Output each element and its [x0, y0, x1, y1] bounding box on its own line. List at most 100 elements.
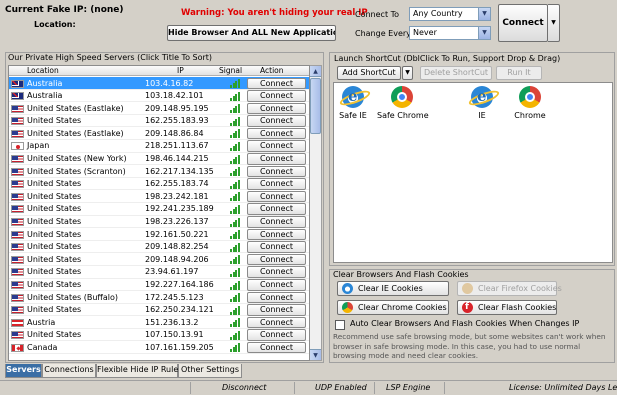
connect-server-button[interactable]: Connect	[247, 190, 306, 203]
signal-bar	[237, 167, 240, 177]
scrollbar-thumb[interactable]	[310, 78, 321, 134]
signal-bar	[237, 129, 240, 139]
tab-servers[interactable]: Servers	[5, 364, 42, 378]
run-it-button[interactable]: Run It	[496, 66, 542, 80]
scroll-up-arrow-icon[interactable]: ▲	[310, 66, 321, 77]
column-header-ip[interactable]: IP	[177, 66, 184, 75]
server-list-scrollbar[interactable]: ▲ ▼	[310, 65, 322, 361]
connect-server-button[interactable]: Connect	[247, 90, 306, 102]
server-row[interactable]: United States 192.227.164.186 Connect	[9, 279, 309, 292]
server-row[interactable]: United States (Buffalo) 172.245.5.123 Conn…	[9, 291, 309, 304]
server-row[interactable]: United States 162.250.234.121 Connect	[9, 304, 309, 317]
connect-server-button[interactable]: Connect	[247, 279, 306, 291]
ie-icon	[342, 283, 353, 294]
chrome-icon	[391, 86, 413, 108]
clear-flash-cookies-button[interactable]: Clear Flash Cookies	[457, 300, 557, 315]
server-row[interactable]: Australia 103.4.16.82 Connect	[9, 77, 309, 90]
connect-server-button[interactable]: Connect	[247, 127, 306, 140]
status-lsp: LSP Engine	[386, 383, 431, 392]
connect-server-button[interactable]: Connect	[247, 140, 306, 152]
connect-server-button[interactable]: Connect	[247, 178, 306, 190]
clear-ie-cookies-button[interactable]: Clear IE Cookies	[337, 281, 449, 296]
signal-bar	[237, 343, 240, 353]
connect-server-button[interactable]: Connect	[247, 115, 306, 127]
flag-icon	[11, 243, 24, 252]
server-row[interactable]: United States (Eastlake) 209.148.86.84 Con…	[9, 127, 309, 140]
connect-server-button[interactable]: Connect	[247, 341, 306, 354]
add-shortcut-dropdown-button[interactable]: ▼	[402, 66, 413, 80]
flag-icon	[11, 343, 24, 352]
connect-server-button[interactable]: Connect	[247, 228, 306, 241]
flag-icon	[11, 205, 24, 214]
chevron-down-icon[interactable]: ▼	[478, 8, 490, 20]
chevron-down-icon[interactable]: ▼	[478, 27, 490, 39]
signal-bar	[237, 141, 240, 151]
safe-browsing-note: Recommend use safe browsing mode, but so…	[333, 332, 606, 360]
server-row[interactable]: Japan 218.251.113.67 Connect	[9, 140, 309, 153]
auto-clear-checkbox[interactable]	[335, 320, 345, 330]
server-row[interactable]: United States (New York) 198.46.144.215 Co…	[9, 153, 309, 166]
flash-icon	[462, 301, 473, 314]
clear-firefox-cookies-label: Clear Firefox Cookies	[478, 284, 562, 293]
server-location: United States (Scranton)	[27, 166, 126, 176]
connect-server-button[interactable]: Connect	[247, 153, 306, 165]
connect-server-button[interactable]: Connect	[247, 291, 306, 304]
column-header-location[interactable]: Location	[27, 66, 59, 75]
column-header-signal[interactable]: Signal	[219, 66, 242, 75]
connect-server-button[interactable]: Connect	[247, 304, 306, 316]
shortcut-safe-chrome[interactable]: Safe Chrome	[377, 86, 429, 120]
hide-browser-button[interactable]: Hide Browser And ALL New Application IP	[167, 25, 336, 41]
connect-to-dropdown[interactable]: Any Country ▼	[409, 7, 491, 21]
add-shortcut-button[interactable]: Add ShortCut	[337, 66, 401, 80]
connect-button[interactable]: Connect	[498, 4, 548, 42]
server-row[interactable]: United States 107.150.13.91 Connect	[9, 329, 309, 342]
connect-server-button[interactable]: Connect	[247, 165, 306, 178]
shortcut-safe-ie[interactable]: Safe IE	[328, 86, 378, 120]
tab-flexible-hide-ip-rules[interactable]: Flexible Hide IP Rules	[96, 364, 182, 378]
server-panel-title[interactable]: Our Private High Speed Servers (Click Ti…	[8, 53, 212, 62]
scroll-down-arrow-icon[interactable]: ▼	[310, 349, 321, 360]
server-row[interactable]: United States 209.148.94.206 Connect	[9, 253, 309, 266]
connect-server-button[interactable]: Connect	[247, 253, 306, 266]
connect-server-button[interactable]: Connect	[247, 266, 306, 278]
server-row[interactable]: United States 162.255.183.93 Connect	[9, 115, 309, 128]
delete-shortcut-button[interactable]: Delete ShortCut	[420, 66, 492, 80]
flag-icon	[11, 79, 24, 88]
server-row[interactable]: Australia 103.18.42.101 Connect	[9, 90, 309, 103]
connect-server-button[interactable]: Connect	[247, 77, 306, 89]
shortcut-ie[interactable]: IE	[457, 86, 507, 120]
server-ip: 209.148.95.195	[145, 103, 209, 113]
server-row[interactable]: United States 23.94.61.197 Connect	[9, 266, 309, 279]
server-row[interactable]: United States (Eastlake) 209.148.95.195 Co…	[9, 102, 309, 115]
connect-server-button[interactable]: Connect	[247, 216, 306, 228]
clear-firefox-cookies-button[interactable]: Clear Firefox Cookies	[457, 281, 562, 296]
column-header-action[interactable]: Action	[260, 66, 284, 75]
shortcut-label: Safe Chrome	[377, 111, 429, 120]
signal-bar	[237, 230, 240, 240]
server-row[interactable]: United States 198.23.226.137 Connect	[9, 216, 309, 229]
server-row[interactable]: United States 192.161.50.221 Connect	[9, 228, 309, 241]
connect-server-button[interactable]: Connect	[247, 241, 306, 253]
server-row[interactable]: United States 192.241.235.189 Connect	[9, 203, 309, 216]
connect-server-button[interactable]: Connect	[247, 102, 306, 115]
connect-server-button[interactable]: Connect	[247, 203, 306, 215]
server-row[interactable]: United States 198.23.242.181 Connect	[9, 190, 309, 203]
tab-connections[interactable]: Connections	[42, 364, 96, 378]
server-location: United States	[27, 229, 82, 239]
tab-other-settings[interactable]: Other Settings	[178, 364, 242, 378]
auto-clear-label[interactable]: Auto Clear Browsers And Flash Cookies Wh…	[350, 319, 579, 328]
change-every-dropdown[interactable]: Never ▼	[409, 26, 491, 40]
signal-icon	[230, 267, 240, 277]
server-row[interactable]: United States 162.255.183.74 Connect	[9, 178, 309, 191]
server-row[interactable]: United States 209.148.82.254 Connect	[9, 241, 309, 254]
signal-icon	[230, 280, 240, 290]
server-row[interactable]: Canada 107.161.159.205 Connect	[9, 341, 309, 355]
flag-icon	[11, 142, 24, 151]
server-row[interactable]: United States (Scranton) 162.217.134.135 C…	[9, 165, 309, 178]
clear-chrome-cookies-button[interactable]: Clear Chrome Cookies	[337, 300, 449, 315]
connect-server-button[interactable]: Connect	[247, 316, 306, 329]
connect-dropdown-button[interactable]: ▼	[548, 4, 560, 42]
server-row[interactable]: Austria 151.236.13.2 Connect	[9, 316, 309, 329]
shortcut-chrome[interactable]: Chrome	[505, 86, 555, 120]
connect-server-button[interactable]: Connect	[247, 329, 306, 341]
